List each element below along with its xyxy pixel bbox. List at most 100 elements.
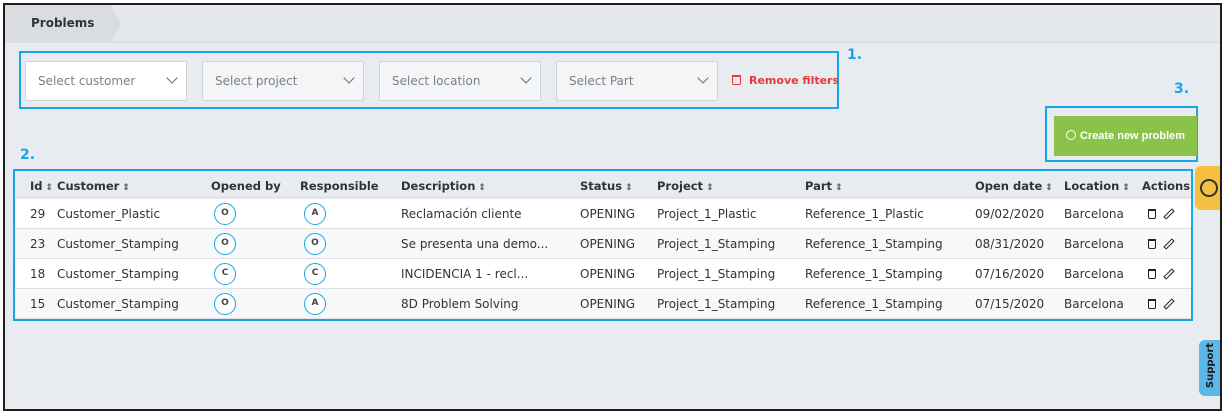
pencil-icon[interactable] <box>1163 268 1175 280</box>
cell-status: OPENING <box>580 207 636 221</box>
page-title: Problems <box>31 16 95 30</box>
avatar: O <box>214 293 236 315</box>
cell-part: Reference_1_Stamping <box>805 267 943 281</box>
sort-icon[interactable]: ⇕ <box>625 183 633 193</box>
avatar: O <box>214 233 236 255</box>
avatar: O <box>214 203 236 225</box>
trash-icon[interactable] <box>1148 239 1156 249</box>
support-tab[interactable]: Support <box>1199 340 1220 396</box>
location-select-text: Select location <box>392 74 481 88</box>
feedback-tab[interactable] <box>1195 166 1220 210</box>
cell-location: Barcelona <box>1064 297 1124 311</box>
chevron-down-icon <box>343 72 355 84</box>
callout-table-number: 2. <box>20 147 36 163</box>
plus-circle-icon <box>1065 130 1076 140</box>
column-header-opened-by: Opened by <box>211 179 281 193</box>
cell-description: Reclamación cliente <box>401 207 522 221</box>
table-row[interactable]: 15 Customer_Stamping O A 8D Problem Solv… <box>15 289 1191 319</box>
table-row[interactable]: 23 Customer_Stamping O O Se presenta una… <box>15 229 1191 259</box>
cell-customer: Customer_Stamping <box>57 297 179 311</box>
table-header: Id ⇕ Customer ⇕ Opened by Responsible Desc… <box>15 171 1191 198</box>
column-header-open-date[interactable]: Open date ⇕ <box>975 179 1053 193</box>
part-select-text: Select Part <box>569 74 634 88</box>
column-header-id[interactable]: Id ⇕ <box>30 179 53 193</box>
table-row[interactable]: 29 Customer_Plastic O A Reclamación clie… <box>15 199 1191 229</box>
sort-icon[interactable]: ⇕ <box>1122 183 1130 193</box>
callout-filters-number: 1. <box>847 47 863 63</box>
cell-id: 23 <box>30 237 46 251</box>
trash-icon[interactable] <box>1148 269 1156 279</box>
cell-customer: Customer_Plastic <box>57 207 161 221</box>
cell-part: Reference_1_Stamping <box>805 237 943 251</box>
support-label: Support <box>1205 342 1217 389</box>
breadcrumb-arrow <box>111 5 121 43</box>
trash-icon[interactable] <box>1148 209 1156 219</box>
column-header-location[interactable]: Location ⇕ <box>1064 179 1130 193</box>
column-header-project[interactable]: Project ⇕ <box>657 179 714 193</box>
sort-icon[interactable]: ⇕ <box>1045 183 1053 193</box>
pencil-icon[interactable] <box>1163 238 1175 250</box>
breadcrumb-bar: Problems <box>5 5 1220 43</box>
app-frame: Problems 1. Select customer Select proje… <box>3 3 1222 411</box>
chevron-down-icon <box>697 72 709 84</box>
cell-customer: Customer_Stamping <box>57 267 179 281</box>
customer-select-text: Select customer <box>38 74 136 88</box>
part-select[interactable]: Select Part <box>556 61 718 101</box>
project-select-text: Select project <box>215 74 298 88</box>
avatar: C <box>214 263 236 285</box>
cell-customer: Customer_Stamping <box>57 237 179 251</box>
pencil-icon[interactable] <box>1163 208 1175 220</box>
avatar: A <box>304 203 326 225</box>
sort-icon[interactable]: ⇕ <box>122 183 130 193</box>
create-new-problem-label: Create new problem <box>1079 130 1186 142</box>
cell-part: Reference_1_Plastic <box>805 207 924 221</box>
cell-project: Project_1_Stamping <box>657 237 776 251</box>
column-header-actions: Actions <box>1142 179 1191 193</box>
table-row[interactable]: 18 Customer_Stamping C C INCIDENCIA 1 - … <box>15 259 1191 289</box>
cell-description: INCIDENCIA 1 - recl... <box>401 267 529 281</box>
avatar: C <box>304 263 326 285</box>
sort-icon[interactable]: ⇕ <box>478 183 486 193</box>
column-header-part[interactable]: Part ⇕ <box>805 179 843 193</box>
column-header-responsible: Responsible <box>300 179 379 193</box>
cell-status: OPENING <box>580 267 636 281</box>
cell-id: 18 <box>30 267 46 281</box>
customer-select[interactable]: Select customer <box>25 61 187 101</box>
cell-status: OPENING <box>580 237 636 251</box>
remove-filters-button[interactable]: Remove filters <box>732 74 839 87</box>
cell-location: Barcelona <box>1064 207 1124 221</box>
chevron-down-icon <box>166 72 178 84</box>
create-new-problem-button[interactable]: Create new problem <box>1054 116 1197 156</box>
remove-filters-label: Remove filters <box>749 74 840 87</box>
column-header-status[interactable]: Status ⇕ <box>580 179 633 193</box>
column-header-description[interactable]: Description ⇕ <box>401 179 486 193</box>
trash-icon[interactable] <box>1148 299 1156 309</box>
cell-id: 15 <box>30 297 46 311</box>
sort-icon[interactable]: ⇕ <box>46 183 54 193</box>
project-select[interactable]: Select project <box>202 61 364 101</box>
cell-open-date: 07/15/2020 <box>975 297 1045 311</box>
location-select[interactable]: Select location <box>379 61 541 101</box>
callout-create-number: 3. <box>1174 81 1190 97</box>
chevron-down-icon <box>520 72 532 84</box>
breadcrumb[interactable]: Problems <box>5 5 111 43</box>
cell-description: 8D Problem Solving <box>401 297 519 311</box>
avatar: O <box>304 233 326 255</box>
cell-part: Reference_1_Stamping <box>805 297 943 311</box>
avatar: A <box>304 293 326 315</box>
cell-project: Project_1_Plastic <box>657 207 757 221</box>
cell-id: 29 <box>30 207 46 221</box>
cell-location: Barcelona <box>1064 237 1124 251</box>
cell-open-date: 08/31/2020 <box>975 237 1045 251</box>
cell-project: Project_1_Stamping <box>657 267 776 281</box>
trash-icon <box>732 75 741 85</box>
smiley-icon <box>1200 179 1218 197</box>
sort-icon[interactable]: ⇕ <box>835 183 843 193</box>
pencil-icon[interactable] <box>1163 298 1175 310</box>
cell-open-date: 09/02/2020 <box>975 207 1045 221</box>
sort-icon[interactable]: ⇕ <box>706 183 714 193</box>
cell-open-date: 07/16/2020 <box>975 267 1045 281</box>
cell-project: Project_1_Stamping <box>657 297 776 311</box>
cell-location: Barcelona <box>1064 267 1124 281</box>
column-header-customer[interactable]: Customer ⇕ <box>57 179 130 193</box>
